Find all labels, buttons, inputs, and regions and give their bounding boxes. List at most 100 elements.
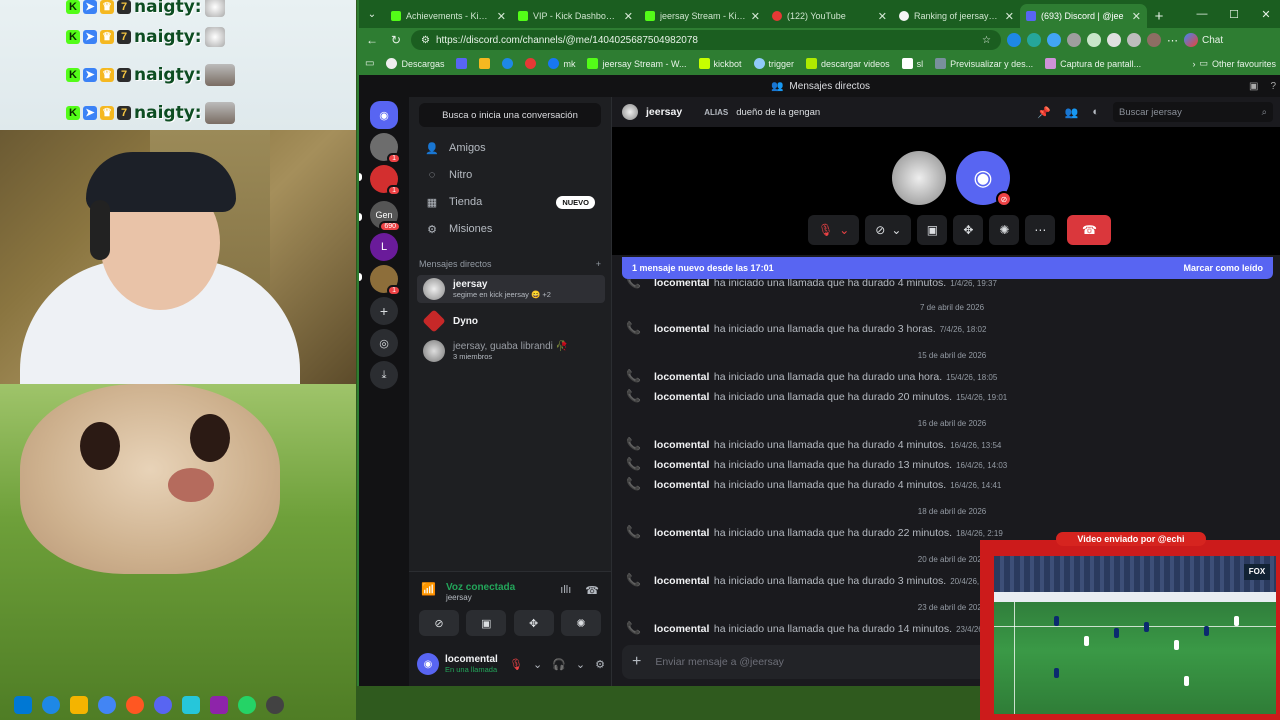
- bookmark-item[interactable]: kickbot: [698, 58, 742, 69]
- puzzle-icon[interactable]: [1067, 33, 1081, 47]
- history-icon[interactable]: [1127, 33, 1141, 47]
- user-avatar[interactable]: ◉: [417, 653, 439, 675]
- bookmark-item[interactable]: mk: [548, 58, 575, 69]
- browser-tab[interactable]: Ranking of jeersay | BotR ✕: [893, 4, 1020, 28]
- message-author[interactable]: locomental: [654, 459, 709, 471]
- message-author[interactable]: locomental: [654, 527, 709, 539]
- close-icon[interactable]: ✕: [1005, 10, 1014, 23]
- profile-avatar-icon[interactable]: [1147, 33, 1161, 47]
- noise-suppression-icon[interactable]: ıllı: [560, 584, 571, 597]
- discord-icon[interactable]: [154, 696, 172, 714]
- chat-button[interactable]: Chat: [1184, 33, 1223, 47]
- disconnect-icon[interactable]: ☎: [585, 584, 599, 597]
- nav-shop[interactable]: ▦ Tienda NUEVO: [417, 189, 603, 215]
- obs-icon[interactable]: [266, 696, 284, 714]
- voice-status-label[interactable]: Voz conectada: [446, 582, 515, 593]
- message-author[interactable]: locomental: [654, 623, 709, 635]
- back-icon[interactable]: ←: [363, 31, 381, 49]
- chevron-right-icon[interactable]: ›: [1192, 59, 1195, 69]
- close-icon[interactable]: ✕: [1132, 10, 1141, 23]
- dm-item-group[interactable]: jeersay, guaba librandi 🥀 3 miembros: [417, 337, 605, 365]
- bookmark-icon[interactable]: [479, 58, 491, 69]
- server-icon[interactable]: L: [370, 233, 398, 261]
- dm-item-jeersay[interactable]: jeersay segime en kick jeersay 😄 +2: [417, 275, 605, 303]
- mark-as-read-button[interactable]: Marcar como leído: [1183, 263, 1263, 273]
- url-field[interactable]: ⚙ https://discord.com/channels/@me/14040…: [411, 30, 1001, 50]
- bookmark-item[interactable]: descargar videos: [806, 58, 890, 69]
- camera-off-button[interactable]: ⊘: [419, 610, 459, 636]
- browser-tab[interactable]: VIP - Kick Dashboard ✕: [512, 4, 639, 28]
- message-author[interactable]: locomental: [654, 479, 709, 491]
- close-icon[interactable]: ✕: [751, 10, 760, 23]
- browser-tab[interactable]: (122) YouTube ✕: [766, 4, 893, 28]
- close-icon[interactable]: ✕: [497, 10, 506, 23]
- participant-avatar[interactable]: [892, 151, 946, 205]
- download-icon[interactable]: ⤓: [370, 361, 398, 389]
- app-icon[interactable]: [210, 696, 228, 714]
- server-icon[interactable]: Gen 690: [370, 201, 401, 232]
- nav-friends[interactable]: 👤 Amigos: [417, 135, 603, 161]
- youtube-icon[interactable]: [525, 58, 537, 69]
- message-author[interactable]: locomental: [654, 371, 709, 383]
- more-options-button[interactable]: ⋯: [1025, 215, 1056, 245]
- close-icon[interactable]: ✕: [624, 10, 633, 23]
- bookmark-item[interactable]: jeersay Stream - W...: [587, 58, 687, 69]
- bookmarks-menu-icon[interactable]: ▭: [365, 58, 374, 69]
- minimize-icon[interactable]: —: [1186, 0, 1218, 28]
- browser-tab[interactable]: Achievements - Kick Da ✕: [385, 4, 512, 28]
- file-explorer-icon[interactable]: [70, 696, 88, 714]
- bookmark-item[interactable]: sl: [901, 58, 923, 69]
- start-icon[interactable]: [14, 696, 32, 714]
- activities-button[interactable]: ✥: [953, 215, 984, 245]
- new-tab-button[interactable]: +: [1147, 4, 1171, 28]
- close-icon[interactable]: ✕: [878, 10, 887, 23]
- browser-tab-active[interactable]: (693) Discord | @jee ✕: [1020, 4, 1147, 28]
- chrome-icon[interactable]: [98, 696, 116, 714]
- create-dm-icon[interactable]: +: [596, 259, 601, 269]
- more-icon[interactable]: ⋯: [1167, 34, 1178, 47]
- screen-share-button[interactable]: ▣: [466, 610, 507, 636]
- dm-search-button[interactable]: Busca o inicia una conversación: [419, 103, 601, 127]
- mic-muted-icon[interactable]: 🎙: [509, 658, 523, 671]
- message-author[interactable]: locomental: [654, 279, 709, 289]
- app-icon[interactable]: [182, 696, 200, 714]
- help-icon[interactable]: ?: [1270, 81, 1276, 92]
- other-favourites[interactable]: › ▭ Other favourites: [1192, 58, 1276, 69]
- favorites-icon[interactable]: [1107, 33, 1121, 47]
- bookmark-icon[interactable]: [502, 58, 514, 69]
- bookmark-item[interactable]: Descargas: [386, 58, 444, 69]
- screen-share-button[interactable]: ▣: [917, 215, 948, 245]
- headphones-icon[interactable]: 🎧: [552, 658, 566, 671]
- settings-gear-icon[interactable]: ⚙: [595, 658, 605, 671]
- inbox-icon[interactable]: ▣: [1249, 81, 1258, 92]
- mic-toggle-button[interactable]: 🎙 ⌄: [808, 215, 860, 245]
- attach-plus-icon[interactable]: +: [632, 653, 641, 671]
- explore-icon[interactable]: ◎: [370, 329, 398, 357]
- browser-tab[interactable]: jeersay Stream - Kick Da ✕: [639, 4, 766, 28]
- extension-icon[interactable]: [1047, 33, 1061, 47]
- bookmark-item[interactable]: Previsualizar y des...: [935, 58, 1033, 69]
- nav-nitro[interactable]: ◌ Nitro: [417, 162, 603, 188]
- extension-icon[interactable]: [1087, 33, 1101, 47]
- message-author[interactable]: locomental: [654, 323, 709, 335]
- chevron-down-icon[interactable]: ⌄: [576, 658, 585, 671]
- bookmark-item[interactable]: Captura de pantall...: [1045, 58, 1141, 69]
- chevron-down-icon[interactable]: ⌄: [533, 658, 542, 671]
- message-author[interactable]: locomental: [654, 391, 709, 403]
- chevron-down-icon[interactable]: ⌄: [839, 223, 849, 237]
- soundboard-button[interactable]: ✺: [989, 215, 1020, 245]
- pin-icon[interactable]: 📌: [1037, 106, 1051, 119]
- app-icon[interactable]: [126, 696, 144, 714]
- message-author[interactable]: locomental: [654, 575, 709, 587]
- discord-icon[interactable]: [456, 58, 468, 69]
- discord-home-icon[interactable]: ◉: [370, 101, 398, 129]
- chevron-down-icon[interactable]: ⌄: [891, 223, 901, 237]
- extension-icon[interactable]: [1007, 33, 1021, 47]
- server-icon[interactable]: 1: [370, 265, 401, 296]
- whatsapp-icon[interactable]: [238, 696, 256, 714]
- tab-search-chevron-icon[interactable]: ⌄: [359, 0, 385, 28]
- end-call-button[interactable]: ☎: [1067, 215, 1112, 245]
- dm-item-dyno[interactable]: Dyno: [417, 307, 605, 335]
- new-messages-banner[interactable]: 1 mensaje nuevo desde las 17:01 Marcar c…: [622, 257, 1273, 279]
- nav-quests[interactable]: ⚙ Misiones: [417, 216, 603, 242]
